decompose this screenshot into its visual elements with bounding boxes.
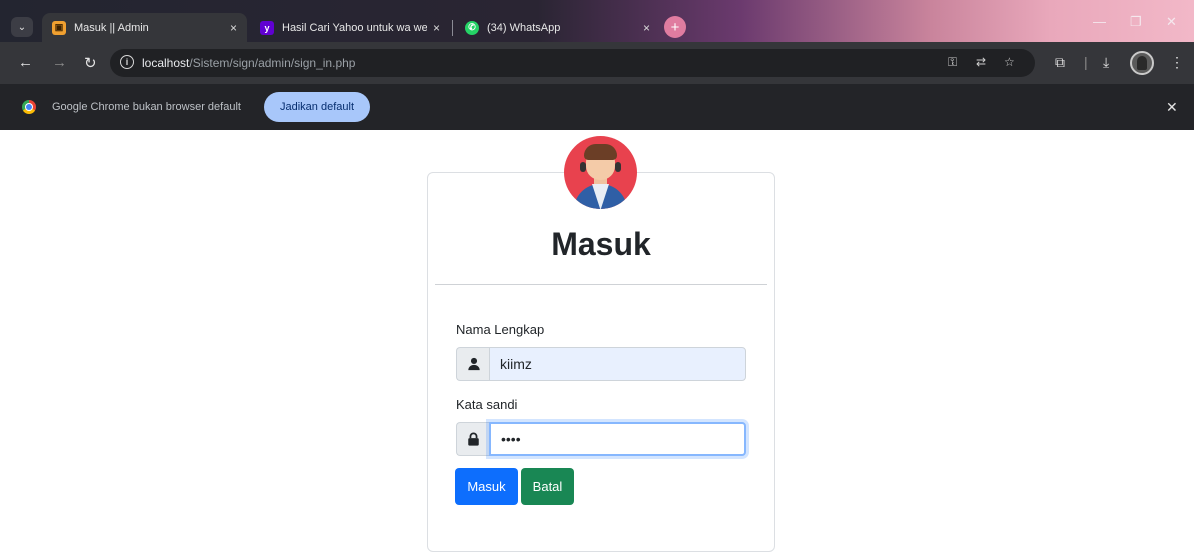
tab-close-icon[interactable]: × — [433, 21, 440, 35]
menu-kebab-icon[interactable]: ⋮ — [1170, 54, 1184, 71]
bookmark-star-icon[interactable]: ☆ — [1004, 55, 1015, 69]
window-close-icon[interactable]: ✕ — [1166, 14, 1177, 30]
tab-title: Masuk || Admin — [74, 21, 149, 34]
whatsapp-favicon-icon: ✆ — [465, 20, 479, 35]
yahoo-favicon-icon: y — [260, 20, 274, 35]
set-default-button[interactable]: Jadikan default — [264, 92, 370, 122]
translate-icon[interactable]: ⇄ — [976, 55, 986, 69]
title-divider — [435, 284, 767, 285]
password-label: Kata sandi — [456, 397, 518, 412]
browser-toolbar: ← → ↻ i localhost/Sistem/sign/admin/sign… — [0, 42, 1194, 84]
admin-avatar-icon — [564, 136, 637, 209]
tab-title: (34) WhatsApp — [487, 21, 561, 34]
site-info-icon[interactable]: i — [120, 55, 134, 69]
restore-icon[interactable]: ❐ — [1130, 14, 1142, 30]
tab-close-icon[interactable]: × — [230, 21, 237, 35]
admin-favicon-icon: ▣ — [52, 20, 66, 35]
minimize-icon[interactable]: — — [1093, 14, 1106, 29]
reload-icon[interactable]: ↻ — [84, 54, 97, 72]
name-label: Nama Lengkap — [456, 322, 545, 337]
tab-masuk-admin[interactable]: ▣ Masuk || Admin × — [42, 13, 247, 42]
url-host: localhost — [142, 56, 190, 70]
tab-title: Hasil Cari Yahoo untuk wa web — [282, 21, 427, 34]
page-title: Masuk — [551, 226, 651, 262]
forward-arrow-icon[interactable]: → — [52, 54, 67, 71]
tab-whatsapp[interactable]: ✆ (34) WhatsApp × — [455, 13, 660, 42]
tab-close-icon[interactable]: × — [643, 21, 650, 35]
tab-search-button[interactable]: ⌄ — [11, 17, 33, 37]
url-path: /Sistem/sign/admin/sign_in.php — [189, 56, 356, 70]
tab-yahoo[interactable]: y Hasil Cari Yahoo untuk wa web × — [250, 13, 450, 42]
profile-avatar[interactable] — [1130, 51, 1154, 75]
tab-strip: ⌄ ▣ Masuk || Admin × y Hasil Cari Yahoo … — [0, 0, 1194, 42]
tab-separator — [452, 20, 453, 36]
default-browser-infobar: Google Chrome bukan browser default Jadi… — [0, 84, 1194, 130]
lock-icon — [456, 422, 490, 456]
infobar-close-icon[interactable]: ✕ — [1166, 99, 1178, 116]
download-icon[interactable]: ⤓ — [1103, 54, 1109, 71]
password-input[interactable] — [489, 422, 746, 456]
toolbar-divider: | — [1084, 54, 1088, 70]
user-icon — [456, 347, 490, 381]
login-button[interactable]: Masuk — [455, 468, 518, 505]
name-input[interactable] — [489, 347, 746, 381]
infobar-message: Google Chrome bukan browser default — [52, 101, 241, 113]
chrome-logo-icon — [22, 100, 36, 114]
extensions-icon[interactable]: ⧉ — [1055, 54, 1065, 71]
cancel-button[interactable]: Batal — [521, 468, 574, 505]
back-arrow-icon[interactable]: ← — [18, 54, 33, 71]
address-bar[interactable]: i localhost/Sistem/sign/admin/sign_in.ph… — [110, 49, 1035, 77]
new-tab-button[interactable]: + — [664, 16, 686, 38]
url-text[interactable]: localhost/Sistem/sign/admin/sign_in.php — [142, 56, 355, 70]
key-icon[interactable]: ⚿ — [948, 55, 957, 70]
